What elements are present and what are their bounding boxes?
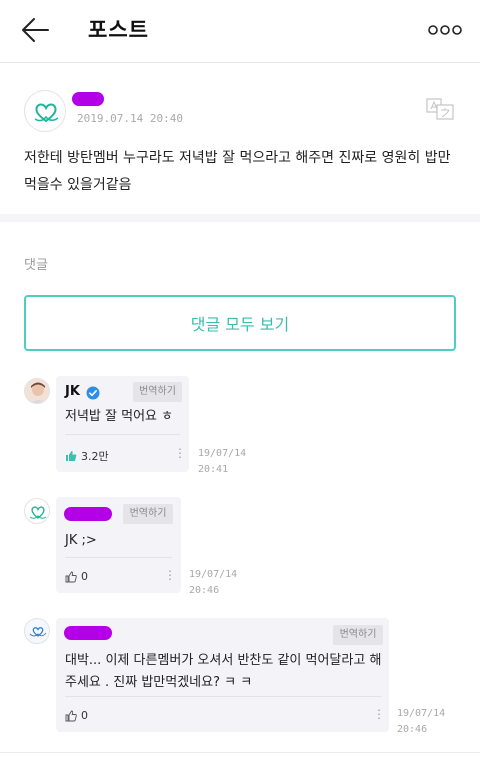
verified-check-icon (86, 386, 100, 400)
post-author-avatar[interactable] (24, 90, 66, 132)
comment-date-time: 20:46 (189, 585, 220, 596)
bottom-divider (0, 752, 480, 753)
vertical-dots-icon: ⋮ (373, 707, 385, 721)
like-count: 3.2만 (81, 450, 109, 463)
comment-date: 19/07/14 20:41 (198, 446, 246, 478)
comment-date-day: 19/07/14 (397, 708, 446, 719)
translate-comment-button[interactable]: 번역하기 (333, 625, 383, 645)
comment-divider (65, 557, 172, 558)
comment-text: JK ;> (65, 533, 97, 548)
thumbs-up-outline-icon (65, 710, 77, 721)
comment-date: 19/07/14 20:46 (397, 706, 445, 738)
heart-logo-icon (29, 506, 47, 519)
translate-button[interactable] (426, 98, 454, 120)
view-all-comments-button[interactable]: 댓글 모두 보기 (24, 295, 456, 351)
like-button[interactable]: 0 (65, 709, 88, 722)
comments-section-label: 댓글 (24, 258, 48, 273)
like-button[interactable]: 0 (65, 570, 88, 583)
comment-date-day: 19/07/14 (198, 448, 247, 459)
translate-comment-button[interactable]: 번역하기 (123, 504, 173, 524)
comment-date: 19/07/14 20:46 (189, 567, 237, 599)
top-bar: 포스트 (0, 0, 480, 63)
heart-logo-icon (26, 92, 65, 131)
section-divider (0, 214, 480, 222)
like-button[interactable]: 3.2만 (65, 448, 109, 464)
comment-date-time: 20:46 (397, 724, 428, 735)
comment-date-time: 20:41 (198, 464, 229, 475)
vertical-dots-icon: ⋮ (174, 446, 186, 460)
comment-more-button[interactable]: ⋮ (174, 446, 186, 460)
arrow-left-icon (22, 18, 49, 42)
thumbs-up-icon (66, 451, 77, 461)
like-count: 0 (81, 570, 88, 583)
comment-text: 대박... 이제 다른멤버가 오셔서 반찬도 같이 먹어달라고 해주세요 . 진… (65, 653, 382, 690)
comment-more-button[interactable]: ⋮ (164, 568, 176, 582)
thumbs-up-outline-icon (65, 571, 77, 582)
verified-badge (86, 385, 100, 404)
comment-text: 저녁밥 잘 먹어요 ㅎ (65, 409, 174, 424)
comment-author-avatar[interactable] (24, 618, 50, 644)
translate-comment-button[interactable]: 번역하기 (133, 382, 182, 402)
vertical-dots-icon: ⋮ (164, 568, 176, 582)
redacted-author-name (64, 507, 112, 521)
comment-more-button[interactable]: ⋮ (373, 707, 385, 721)
post-date: 2019.07.14 20:40 (77, 112, 183, 125)
redacted-author-name (72, 92, 104, 106)
post-body: 저한테 방탄멤버 누구라도 저녁밥 잘 먹으라고 해주면 진짜로 영원히 밥만 … (24, 150, 451, 193)
redacted-author-name (64, 626, 112, 640)
user-photo-icon (25, 379, 49, 403)
comment-author-avatar[interactable] (24, 498, 50, 524)
comment-divider (65, 696, 381, 697)
translate-icon (426, 98, 454, 120)
comment-date-day: 19/07/14 (189, 569, 238, 580)
comment-author-avatar[interactable] (24, 378, 50, 404)
more-horizontal-icon (428, 25, 462, 35)
back-button[interactable] (18, 14, 52, 46)
comment-divider (65, 434, 180, 435)
heart-doodle-icon (29, 627, 47, 637)
comment-author-name[interactable]: JK (65, 384, 80, 399)
like-count: 0 (81, 709, 88, 722)
more-options-button[interactable] (428, 22, 462, 36)
page-title: 포스트 (88, 18, 149, 42)
